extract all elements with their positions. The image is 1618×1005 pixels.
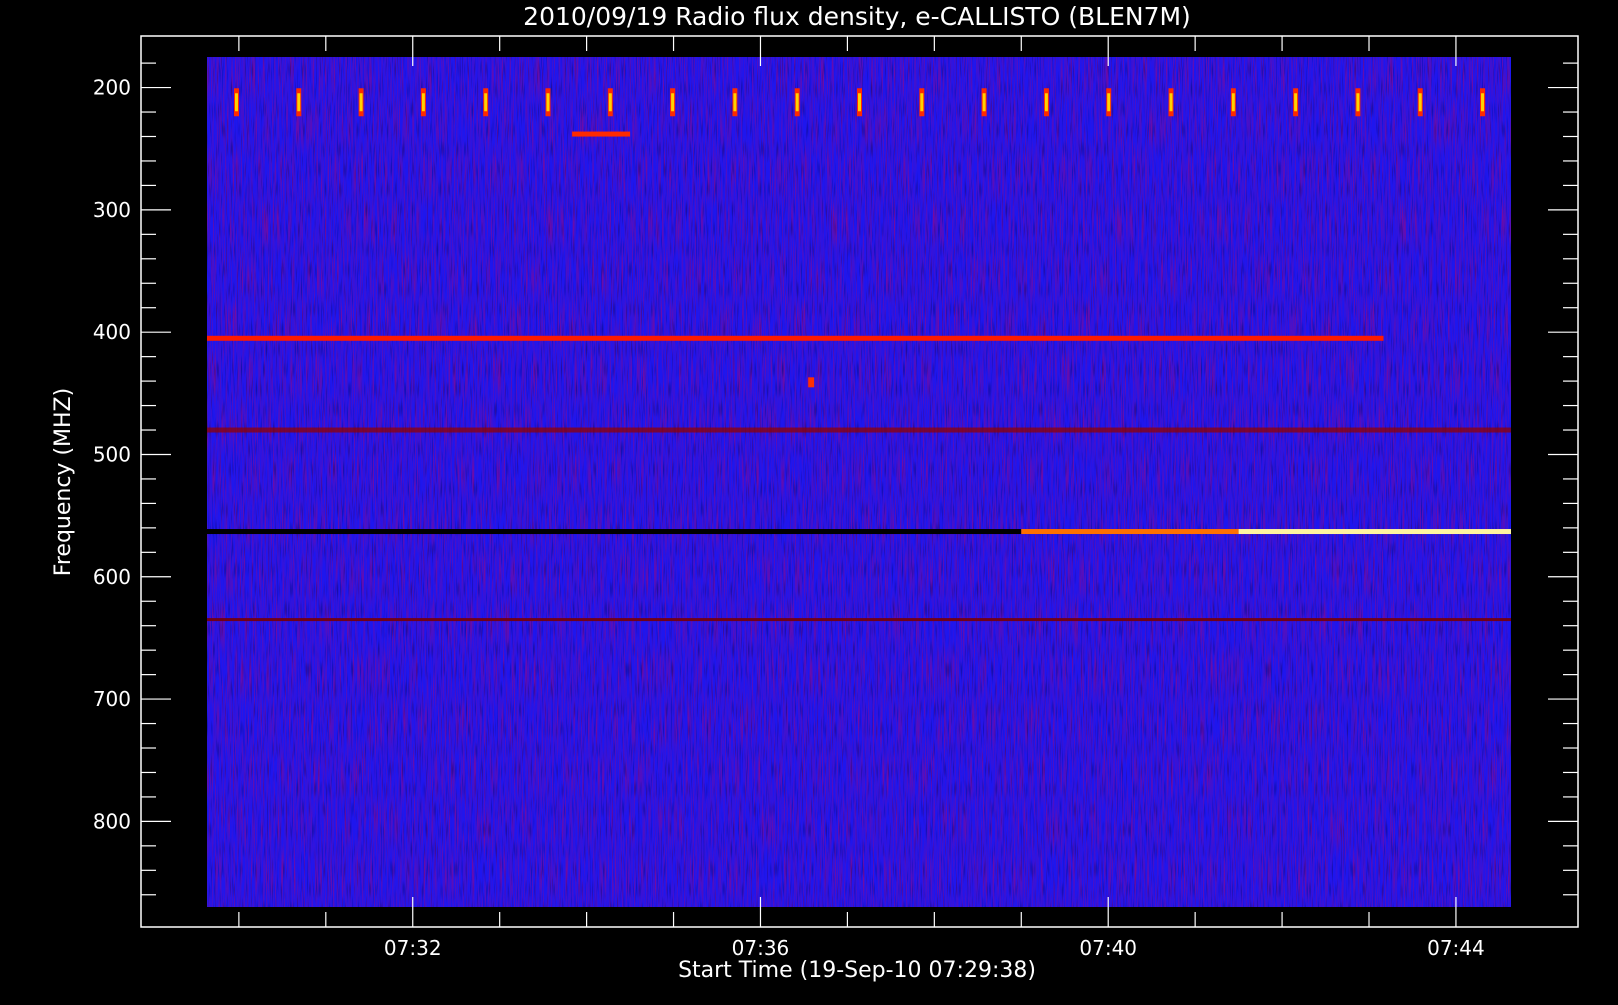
y-tick-label-400: 400 — [93, 320, 131, 344]
heatmap-area — [207, 57, 1511, 907]
x-tick-label-1: 07:36 — [732, 936, 790, 960]
heatmap-noise-dark — [207, 57, 1511, 907]
y-tick-label-200: 200 — [93, 76, 131, 100]
x-tick-label-2: 07:40 — [1079, 936, 1137, 960]
y-tick-label-500: 500 — [93, 442, 131, 466]
feature-band-1 — [572, 131, 631, 137]
feature-band-0 — [233, 88, 1486, 117]
x-tick-label-0: 07:32 — [384, 936, 442, 960]
spectrogram-chart: 2010/09/19 Radio flux density, e-CALLIST… — [0, 0, 1618, 1000]
chart-title: 2010/09/19 Radio flux density, e-CALLIST… — [523, 2, 1191, 31]
feature-spot-8 — [808, 377, 815, 388]
feature-band-4 — [207, 529, 1022, 535]
feature-band-5 — [1021, 529, 1239, 535]
feature-band-7 — [207, 618, 1511, 622]
feature-band-3 — [207, 427, 1511, 433]
feature-band-2 — [207, 335, 1384, 341]
spectrogram-svg: 2010/09/19 Radio flux density, e-CALLIST… — [51, 2, 1579, 983]
y-tick-label-800: 800 — [93, 809, 131, 833]
feature-band-6 — [1238, 529, 1511, 535]
x-tick-label-3: 07:44 — [1427, 936, 1485, 960]
y-tick-label-600: 600 — [93, 565, 131, 589]
x-axis-label: Start Time (19-Sep-10 07:29:38) — [678, 958, 1036, 983]
y-axis-label: Frequency (MHZ) — [51, 388, 76, 576]
y-tick-label-300: 300 — [93, 198, 131, 222]
y-tick-label-700: 700 — [93, 687, 131, 711]
